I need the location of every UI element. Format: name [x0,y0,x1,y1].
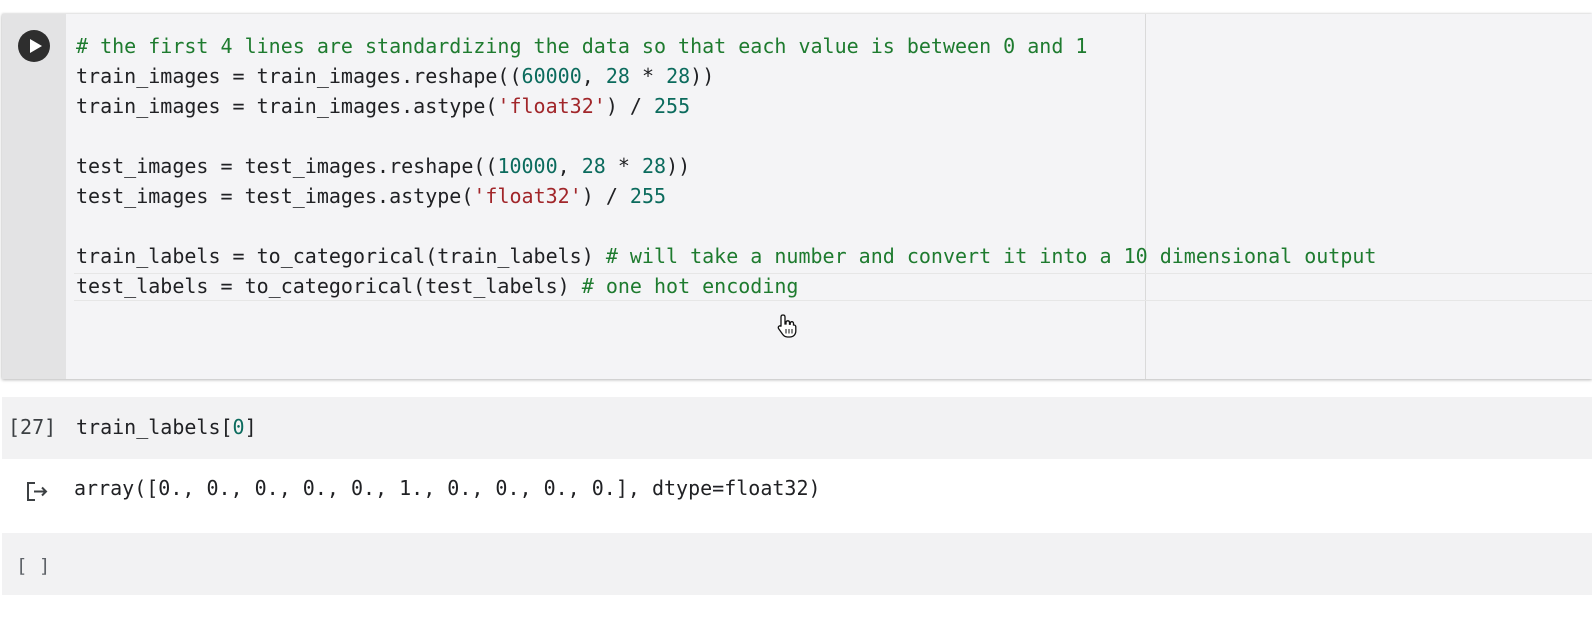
code-token-comment: # will take a number and convert it into… [605,244,1377,268]
code-token-number: 0 [232,415,245,439]
cell-gutter [2,14,66,379]
code-token-number: 28 [581,154,606,178]
code-line: test_images = test_images.reshape((10000… [76,151,1376,181]
code-token-number: 60000 [521,64,582,88]
code-token: * [605,154,642,178]
code-line: test_images = test_images.astype('float3… [76,181,1376,211]
code-token-number: 10000 [497,154,558,178]
code-token: ) / [581,184,630,208]
code-token-string: 'float32' [497,94,606,118]
code-cell-empty[interactable]: [ ] [2,533,1592,595]
code-line: test_labels = to_categorical(test_labels… [76,271,1376,301]
output-redirect-icon[interactable] [24,477,52,505]
code-token: )) [690,64,715,88]
code-token: , [581,64,606,88]
execution-count: [27] [8,415,57,439]
code-cell-27[interactable]: [27] train_labels[0] [2,397,1592,459]
code-line: train_images = train_images.astype('floa… [76,91,1376,121]
code-token-comment: # one hot encoding [581,274,799,298]
code-token: train_images = train_images.reshape(( [76,64,522,88]
code-token: test_images = test_images.reshape(( [76,154,498,178]
hand-pointer-cursor-icon [777,314,797,338]
execution-count: [ ] [16,555,51,577]
code-token: ] [244,415,257,439]
code-token: * [629,64,667,88]
output-text: array([0., 0., 0., 0., 0., 1., 0., 0., 0… [74,476,821,500]
code-token-number: 28 [605,64,630,88]
play-icon [30,39,42,53]
run-cell-button[interactable] [18,30,50,62]
code-token: test_images = test_images.astype( [76,184,474,208]
code-token-number: 255 [629,184,667,208]
code-line: train_labels = to_categorical(train_labe… [76,241,1376,271]
code-token: ) / [605,94,654,118]
code-token-number: 255 [653,94,691,118]
notebook: # the first 4 lines are standardizing th… [0,0,1592,632]
code-token: )) [666,154,691,178]
code-token: , [557,154,582,178]
code-token-comment: # the first 4 lines are standardizing th… [76,34,1088,58]
code-editor[interactable]: train_labels[0] [76,415,257,439]
code-token: train_labels[ [76,415,233,439]
code-line: train_images = train_images.reshape((600… [76,61,1376,91]
code-token-number: 28 [666,64,691,88]
code-editor[interactable]: # the first 4 lines are standardizing th… [76,31,1376,301]
code-line: # the first 4 lines are standardizing th… [76,31,1376,61]
code-token-string: 'float32' [473,184,582,208]
code-token: test_labels = to_categorical(test_labels… [76,274,582,298]
cell-output: array([0., 0., 0., 0., 0., 1., 0., 0., 0… [2,459,1592,531]
code-token: train_images = train_images.astype( [76,94,498,118]
code-token: train_labels = to_categorical(train_labe… [76,244,606,268]
code-cell-active[interactable]: # the first 4 lines are standardizing th… [2,14,1592,379]
code-token-number: 28 [641,154,667,178]
